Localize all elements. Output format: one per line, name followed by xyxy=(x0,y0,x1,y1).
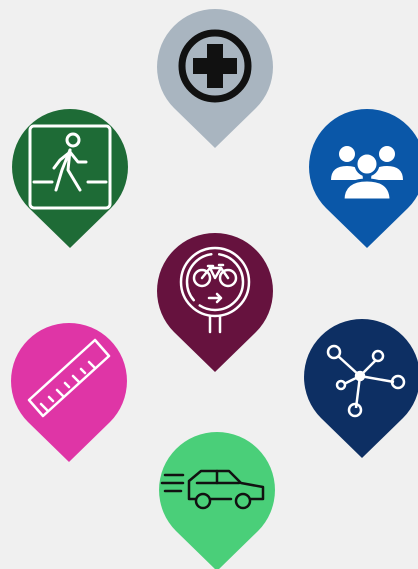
pin-bike-route[interactable] xyxy=(157,232,273,372)
pin-shape xyxy=(159,431,275,569)
pin-pedestrian[interactable] xyxy=(12,108,128,249)
pin-network[interactable] xyxy=(304,318,418,458)
pin-community[interactable] xyxy=(309,108,418,248)
pin-shape xyxy=(157,233,273,372)
pin-measure[interactable] xyxy=(11,322,127,462)
pin-collection xyxy=(0,0,418,569)
pin-traffic[interactable] xyxy=(159,431,275,569)
pin-medical[interactable] xyxy=(157,8,273,148)
